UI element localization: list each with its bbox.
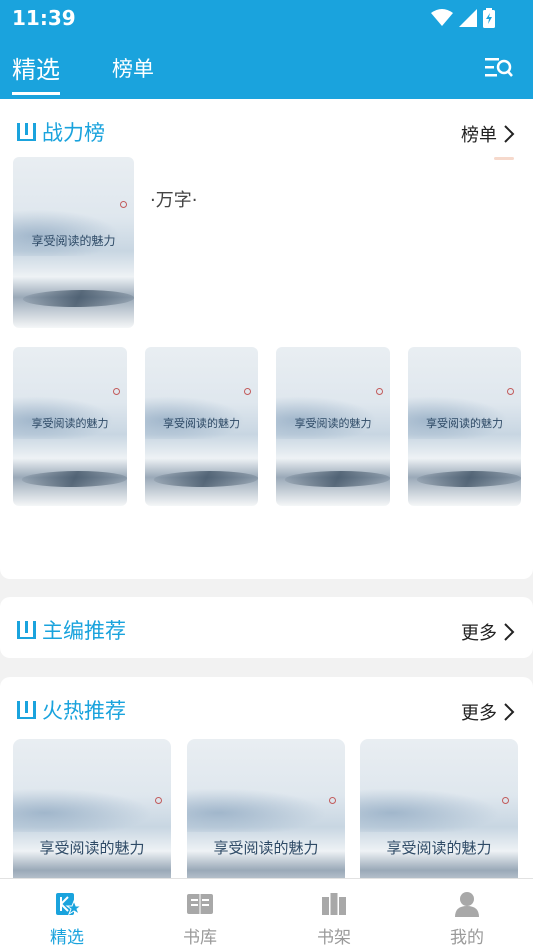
section-title: 战力榜 (42, 121, 105, 145)
chevron-right-icon (504, 703, 515, 721)
cover-title: 享受阅读的魅力 (31, 417, 109, 430)
hot-picks-section: 火热推荐 更多 享受阅读的魅力 享受阅读的魅力 享受阅读的魅力 (0, 677, 533, 878)
nav-label: 书架 (317, 928, 351, 948)
hot-picks-header: 火热推荐 (16, 695, 126, 725)
rankings-more-link[interactable]: 榜单 (461, 121, 515, 147)
editor-picks-section: 主编推荐 更多 (0, 597, 533, 658)
status-icons (431, 8, 495, 28)
more-label: 更多 (461, 623, 497, 644)
section-marker-icon (17, 123, 36, 141)
more-label: 更多 (461, 703, 497, 724)
app-header: 11:39 精选 榜单 (0, 0, 533, 99)
nav-label: 我的 (450, 928, 484, 948)
nav-library[interactable]: 书库 (160, 891, 240, 948)
decoration-mark (494, 157, 514, 160)
section-marker-icon (17, 621, 36, 639)
power-ranking-header: 战力榜 (16, 117, 105, 147)
book-cover[interactable]: 享受阅读的魅力 (145, 347, 258, 506)
cover-title: 享受阅读的魅力 (426, 417, 503, 430)
section-marker-icon (17, 701, 36, 719)
status-bar: 11:39 (0, 0, 533, 36)
book-cover[interactable]: 享受阅读的魅力 (13, 347, 127, 506)
wifi-icon (431, 9, 453, 26)
section-title: 火热推荐 (42, 699, 126, 723)
tab-featured[interactable]: 精选 (12, 50, 60, 95)
nav-profile[interactable]: 我的 (427, 891, 507, 948)
section-title: 主编推荐 (42, 619, 126, 643)
hot-more-link[interactable]: 更多 (461, 699, 515, 725)
book-cover[interactable]: 享受阅读的魅力 (13, 739, 171, 878)
cover-title: 享受阅读的魅力 (386, 839, 492, 857)
profile-icon (455, 892, 479, 917)
nav-label: 精选 (50, 928, 84, 948)
more-label: 榜单 (461, 125, 497, 146)
category-search-icon[interactable] (485, 56, 513, 80)
signal-icon (459, 9, 477, 27)
book-cover[interactable]: 享受阅读的魅力 (408, 347, 521, 506)
book-cover[interactable]: 享受阅读的魅力 (360, 739, 518, 878)
cover-title: 享受阅读的魅力 (213, 839, 319, 857)
featured-book-cover[interactable]: 享受阅读的魅力 (13, 157, 134, 328)
featured-book-desc[interactable]: ·万字· (150, 186, 197, 212)
battery-icon (483, 8, 495, 28)
featured-icon (56, 893, 83, 916)
book-cover[interactable]: 享受阅读的魅力 (187, 739, 345, 878)
bottom-nav: 精选 书库 书架 我的 (0, 878, 533, 948)
editor-picks-header: 主编推荐 (16, 615, 126, 645)
cover-title: 享受阅读的魅力 (163, 417, 240, 430)
chevron-right-icon (504, 125, 515, 143)
nav-label: 书库 (183, 928, 217, 948)
chevron-right-icon (504, 623, 515, 641)
cover-title: 享受阅读的魅力 (294, 417, 372, 430)
nav-bookshelf[interactable]: 书架 (294, 891, 374, 948)
status-time: 11:39 (12, 6, 76, 30)
bookshelf-icon (322, 893, 346, 915)
book-cover[interactable]: 享受阅读的魅力 (276, 347, 390, 506)
tab-rankings[interactable]: 榜单 (112, 53, 154, 83)
cover-title: 享受阅读的魅力 (39, 839, 145, 857)
editor-more-link[interactable]: 更多 (461, 619, 515, 645)
cover-title: 享受阅读的魅力 (31, 234, 116, 248)
library-icon (187, 894, 213, 914)
nav-featured[interactable]: 精选 (27, 891, 107, 948)
